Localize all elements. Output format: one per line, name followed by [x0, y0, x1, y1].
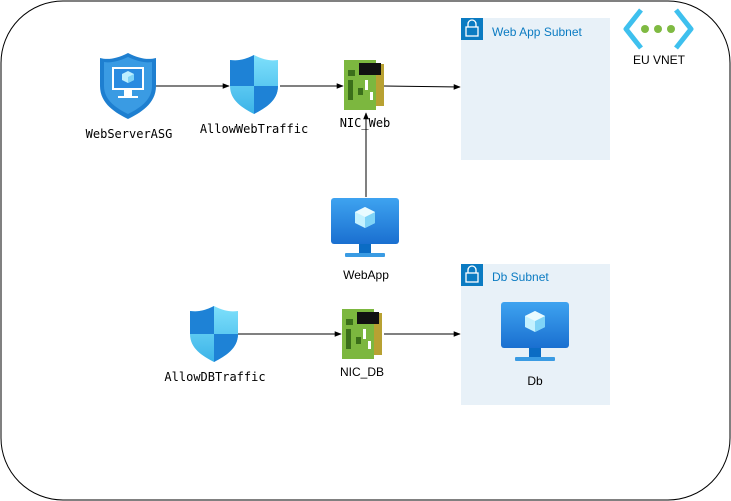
network-interface-icon	[342, 309, 382, 359]
subnet-title-db: Db Subnet	[492, 270, 549, 284]
db-subnet-lock-icon	[461, 264, 483, 286]
web-subnet-lock-icon	[461, 18, 483, 40]
node-label-nic-db: NIC_DB	[339, 365, 385, 379]
node-label-db: Db	[527, 374, 543, 388]
subnet-title-web: Web App Subnet	[492, 25, 582, 39]
node-label-allow-web-traffic: AllowWebTraffic	[199, 122, 309, 136]
vnet-label: EU VNET	[632, 53, 686, 67]
node-label-allow-db-traffic: AllowDBTraffic	[164, 370, 266, 384]
diagram-canvas	[0, 0, 731, 501]
network-interface-icon	[344, 60, 384, 110]
node-label-nic-web: NIC_Web	[339, 116, 391, 130]
web-app-subnet	[461, 18, 610, 160]
node-label-webapp: WebApp	[343, 268, 389, 282]
node-label-webserver-asg: WebServerASG	[85, 127, 173, 141]
